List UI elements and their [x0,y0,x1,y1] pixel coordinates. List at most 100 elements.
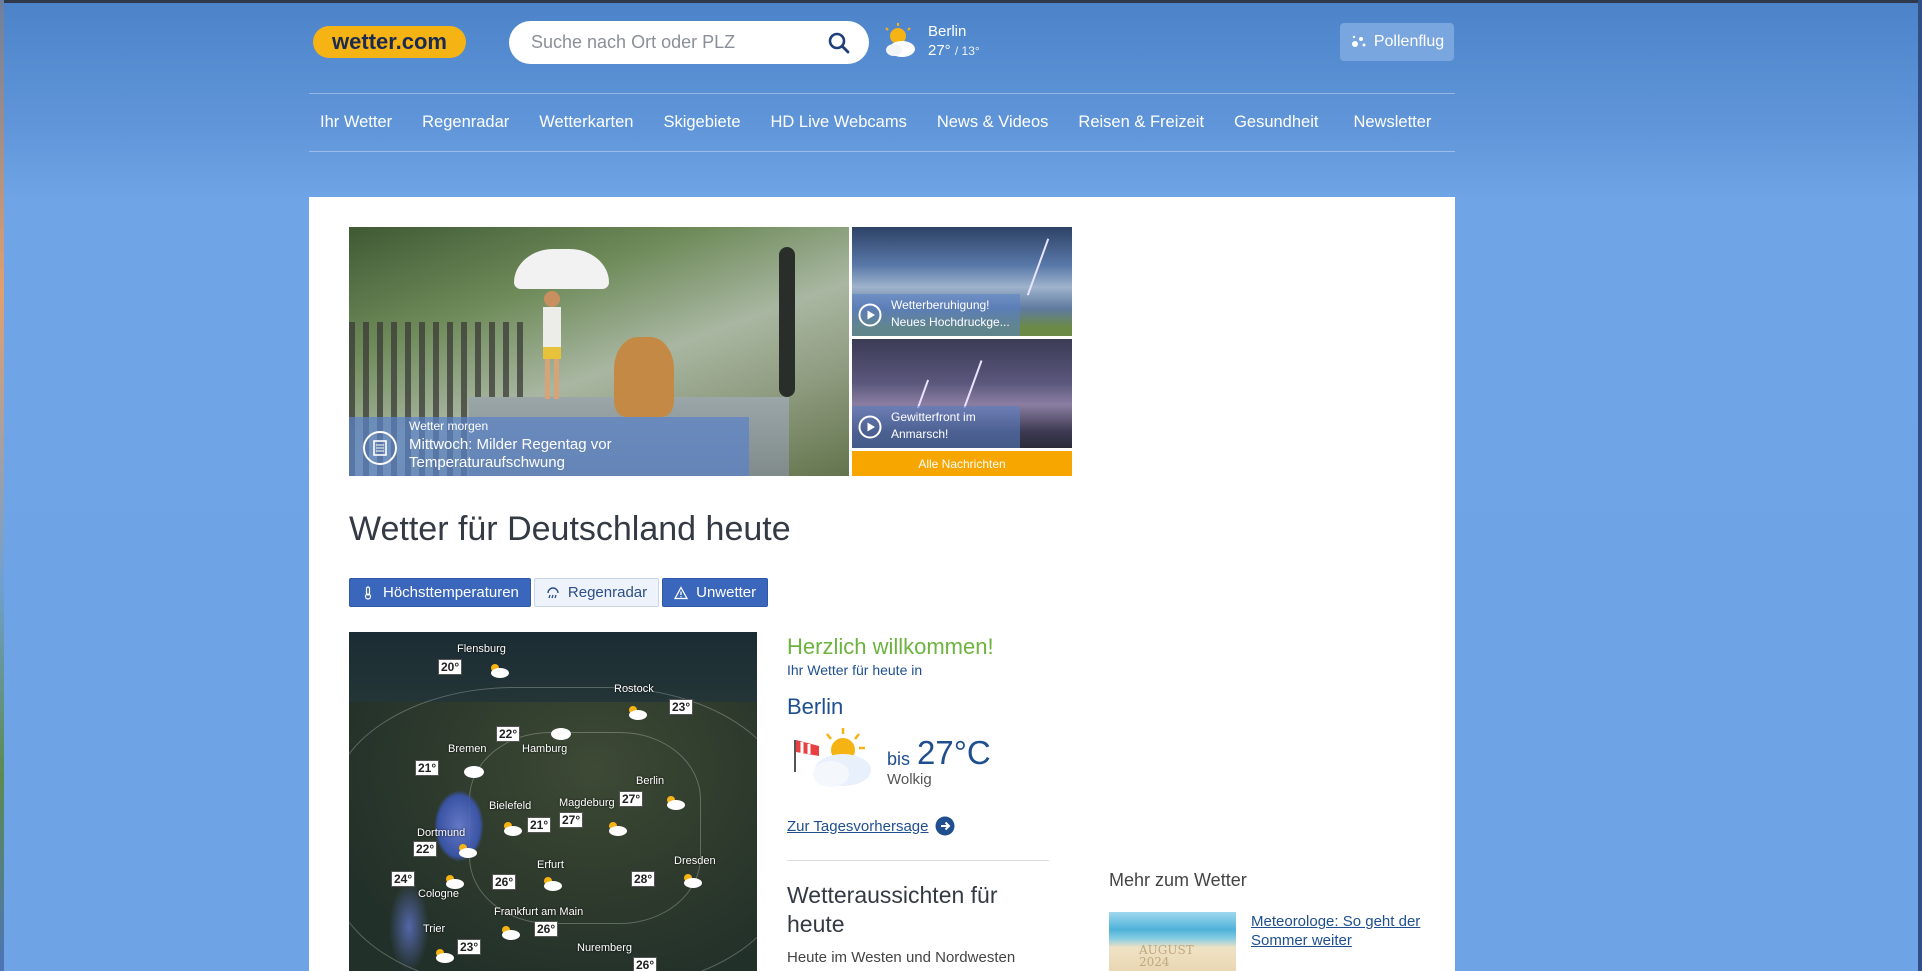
partly-cloudy-icon [629,706,647,720]
partly-cloudy-icon [544,877,562,891]
news-tile-1[interactable]: Wetterberuhigung! Neues Hochdruckge... [852,227,1072,336]
cloudy-icon [551,728,571,740]
play-icon [858,415,882,439]
welcome-subtitle: Ihr Wetter für heute in [787,662,923,678]
map-temp-bremen: 21° [415,760,440,776]
lightning-graphic [916,379,930,409]
tab-label: Höchsttemperaturen [383,584,519,601]
map-temp-hamburg: 22° [496,726,521,742]
map-temp-frankfurt: 26° [534,921,559,937]
tab-hoechsttemperaturen[interactable]: Höchsttemperaturen [349,578,531,607]
welcome-condition: Wolkig [887,771,932,788]
map-temp-magdeburg: 27° [559,812,584,828]
nav-item-gesundheit[interactable]: Gesundheit [1219,113,1333,132]
section-divider [787,860,1049,861]
pollen-label: Pollenflug [1373,33,1445,50]
map-city-dortmund: Dortmund [417,827,466,839]
welcome-temperature: 27°C [917,734,991,771]
pollen-icon [1351,35,1366,47]
all-news-button[interactable]: Alle Nachrichten [852,451,1072,476]
page-title: Wetter für Deutschland heute [349,510,791,548]
map-city-trier: Trier [423,923,446,935]
search-input[interactable] [529,31,823,54]
more-weather-image[interactable]: AUGUST 2024 [1109,912,1236,971]
arrow-right-circle-icon [935,816,955,836]
tab-label: Unwetter [696,584,757,601]
partly-cloudy-icon [504,822,522,836]
search-bar[interactable] [509,21,869,64]
more-weather-article-link[interactable]: Meteorologe: So geht der Sommer weiter [1251,912,1421,950]
hero-caption[interactable]: Wetter morgen Mittwoch: Milder Regentag … [349,417,749,476]
thermometer-icon [364,585,372,600]
map-temp-trier: 23° [457,939,482,955]
tab-unwetter[interactable]: Unwetter [662,578,769,607]
more-weather-title: Mehr zum Wetter [1109,870,1247,890]
window-right-edge [1918,0,1922,971]
nav-item-newsletter[interactable]: Newsletter [1333,113,1446,132]
news-tile-2[interactable]: Gewitterfront im Anmarsch! [852,339,1072,448]
map-temp-nuremberg: 26° [633,957,658,971]
site-logo[interactable]: wetter.com [313,26,466,58]
map-city-flensburg: Flensburg [457,643,506,655]
welcome-city[interactable]: Berlin [787,694,1057,720]
outlook-text: Heute im Westen und Nordwesten [787,949,1016,966]
partly-cloudy-icon [667,796,685,810]
partly-cloudy-icon [885,23,915,57]
lightning-graphic [1026,238,1050,296]
nav-item-ihr-wetter[interactable]: Ihr Wetter [309,113,407,132]
pollen-button[interactable]: Pollenflug [1340,23,1454,61]
map-city-bielefeld: Bielefeld [489,800,532,812]
main-navigation: Ihr Wetter Regenradar Wetterkarten Skige… [309,93,1455,152]
map-temp-flensburg: 20° [438,659,463,675]
outlook-title: Wetteraussichten für heute [787,882,998,937]
rain-radar-icon [547,586,559,598]
forecast-link-label: Zur Tagesvorhersage [787,817,929,835]
nav-item-reisen-freizeit[interactable]: Reisen & Freizeit [1063,113,1219,132]
weather-map[interactable]: Flensburg 20° Rostock 23° Hamburg 22° Br… [349,632,757,971]
window-left-edge [0,0,4,971]
lightning-graphic [963,360,983,408]
nav-item-news-videos[interactable]: News & Videos [922,113,1064,132]
hero-image-umbrella [514,249,609,289]
map-city-bremen: Bremen [448,743,487,755]
play-icon [858,303,882,327]
news-tile-caption[interactable]: Wetterberuhigung! Neues Hochdruckge... [852,294,1020,336]
welcome-bis: bis [887,749,911,769]
main-content: Wetter morgen Mittwoch: Milder Regentag … [309,197,1455,971]
nav-item-regenradar[interactable]: Regenradar [407,113,524,132]
hero-article[interactable]: Wetter morgen Mittwoch: Milder Regentag … [349,227,849,476]
map-temp-dresden: 28° [631,871,656,887]
news-tile-title: Gewitterfront im Anmarsch! [891,410,976,441]
news-tile-title: Wetterberuhigung! Neues Hochdruckge... [891,298,1010,329]
nav-item-skigebiete[interactable]: Skigebiete [648,113,755,132]
partly-cloudy-icon [502,926,520,940]
sand-lettering: AUGUST 2024 [1139,943,1194,969]
partly-cloudy-icon [446,875,464,889]
partly-cloudy-icon [609,822,627,836]
news-tile-caption[interactable]: Gewitterfront im Anmarsch! [852,406,1020,448]
article-icon [363,431,397,465]
map-city-berlin: Berlin [636,775,665,787]
hero-headline[interactable]: Mittwoch: Milder Regentag vor Temperatur… [409,436,729,472]
forecast-link[interactable]: Zur Tagesvorhersage [787,816,955,836]
hero-image-lamppost [779,247,795,397]
location-low: / 13° [954,44,980,58]
hero-kicker: Wetter morgen [409,419,489,433]
map-city-rostock: Rostock [614,683,654,695]
map-temp-rostock: 23° [669,699,694,715]
hero-image-dog [614,337,674,417]
cloudy-icon [464,766,484,778]
nav-item-webcams[interactable]: HD Live Webcams [756,113,922,132]
warning-icon [674,585,689,599]
nav-item-wetterkarten[interactable]: Wetterkarten [524,113,648,132]
map-temp-cologne: 24° [391,871,416,887]
search-icon[interactable] [827,31,851,55]
map-city-frankfurt: Frankfurt am Main [494,906,584,918]
map-city-cologne: Cologne [418,888,459,900]
tab-regenradar[interactable]: Regenradar [533,578,660,607]
current-location-weather[interactable]: Berlin 27° / 13° [880,22,980,62]
partly-cloudy-icon [436,949,454,963]
partly-cloudy-icon [684,874,702,888]
map-tabs: Höchsttemperaturen Regenradar Unwetter [349,578,769,607]
map-city-hamburg: Hamburg [522,743,568,755]
